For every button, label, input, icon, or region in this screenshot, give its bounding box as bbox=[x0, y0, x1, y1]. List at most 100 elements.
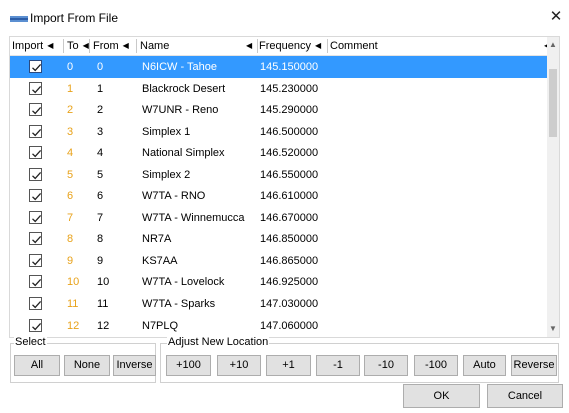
import-checkbox[interactable] bbox=[29, 60, 42, 73]
import-checkbox[interactable] bbox=[29, 167, 42, 181]
from-cell: 9 bbox=[97, 254, 104, 267]
cancel-button[interactable]: Cancel bbox=[487, 384, 563, 408]
name-cell: W7TA - Sparks bbox=[142, 298, 216, 311]
scroll-down-icon[interactable]: ▼ bbox=[547, 323, 559, 335]
from-cell: 12 bbox=[97, 319, 110, 332]
to-cell: 3 bbox=[67, 125, 74, 138]
to-cell: 2 bbox=[67, 104, 74, 117]
from-cell: 2 bbox=[97, 104, 104, 117]
checkmark-icon bbox=[32, 214, 42, 223]
adjust-minus100-button[interactable]: -100 bbox=[414, 355, 458, 376]
frequency-cell: 146.520000 bbox=[260, 147, 319, 160]
import-checkbox[interactable] bbox=[29, 232, 42, 246]
column-divider[interactable] bbox=[63, 39, 64, 53]
adjust-auto-button[interactable]: Auto bbox=[463, 355, 506, 376]
from-cell: 10 bbox=[97, 276, 110, 289]
column-divider[interactable] bbox=[136, 39, 137, 53]
sort-arrow-icon: ◀ bbox=[82, 41, 89, 50]
to-cell: 10 bbox=[67, 276, 80, 289]
table-row[interactable]: 11 11 W7TA - Sparks 147.030000 bbox=[10, 293, 559, 315]
table-row[interactable]: 12 12 N7PLQ 147.060000 bbox=[10, 315, 559, 337]
window-title: Import From File bbox=[30, 11, 119, 25]
checkmark-icon bbox=[32, 279, 42, 287]
adjust-plus10-button[interactable]: +10 bbox=[217, 355, 261, 376]
ok-button[interactable]: OK bbox=[403, 384, 480, 408]
channel-grid[interactable]: Import ◀ To ◀ From ◀ Name ◀ Frequency ◀ Comm… bbox=[9, 36, 560, 338]
column-divider[interactable] bbox=[89, 39, 90, 53]
table-row[interactable]: 0 0 N6ICW - Tahoe 145.150000 bbox=[10, 56, 559, 78]
import-checkbox[interactable] bbox=[29, 103, 42, 117]
sort-arrow-icon: ◀ bbox=[47, 41, 54, 50]
name-cell: W7TA - RNO bbox=[142, 190, 206, 203]
import-checkbox[interactable] bbox=[29, 81, 42, 95]
checkmark-icon bbox=[32, 128, 42, 136]
checkmark-icon bbox=[32, 300, 42, 309]
import-checkbox[interactable] bbox=[29, 297, 42, 311]
name-cell: Blackrock Desert bbox=[142, 82, 226, 95]
adjust-plus1-button[interactable]: +1 bbox=[266, 355, 311, 376]
name-cell: KS7AA bbox=[142, 254, 178, 267]
col-header-name[interactable]: Name bbox=[140, 40, 169, 54]
title-bar: Import From File ✕ bbox=[0, 0, 569, 36]
adjust-reverse-button[interactable]: Reverse bbox=[511, 355, 557, 376]
select-none-button[interactable]: None bbox=[64, 355, 110, 376]
from-cell: 5 bbox=[97, 168, 104, 181]
to-cell: 7 bbox=[67, 211, 74, 224]
frequency-cell: 146.610000 bbox=[260, 190, 319, 203]
table-row[interactable]: 3 3 Simplex 1 146.500000 bbox=[10, 121, 559, 143]
checkmark-icon bbox=[32, 107, 42, 115]
adjust-minus10-button[interactable]: -10 bbox=[364, 355, 408, 376]
app-icon bbox=[10, 16, 28, 22]
sort-arrow-icon: ◀ bbox=[246, 41, 253, 50]
scroll-up-icon[interactable]: ▲ bbox=[547, 39, 559, 51]
import-checkbox[interactable] bbox=[29, 124, 42, 138]
col-header-frequency[interactable]: Frequency ◀ bbox=[259, 40, 321, 54]
frequency-cell: 146.865000 bbox=[260, 254, 319, 267]
name-cell: W7TA - Lovelock bbox=[142, 276, 225, 289]
table-row[interactable]: 10 10 W7TA - Lovelock 146.925000 bbox=[10, 271, 559, 293]
close-button[interactable]: ✕ bbox=[548, 9, 564, 25]
to-cell: 4 bbox=[67, 147, 74, 160]
column-divider[interactable] bbox=[327, 39, 328, 53]
column-divider[interactable] bbox=[257, 39, 258, 53]
from-cell: 4 bbox=[97, 147, 104, 160]
col-header-to[interactable]: To ◀ bbox=[67, 40, 89, 54]
table-row[interactable]: 5 5 Simplex 2 146.550000 bbox=[10, 164, 559, 186]
import-checkbox[interactable] bbox=[29, 146, 42, 160]
table-row[interactable]: 2 2 W7UNR - Reno 145.290000 bbox=[10, 99, 559, 121]
frequency-cell: 145.290000 bbox=[260, 104, 319, 117]
scrollbar-thumb[interactable] bbox=[549, 69, 557, 137]
frequency-cell: 146.670000 bbox=[260, 211, 319, 224]
checkmark-icon bbox=[32, 322, 42, 330]
table-row[interactable]: 8 8 NR7A 146.850000 bbox=[10, 228, 559, 250]
table-row[interactable]: 6 6 W7TA - RNO 146.610000 bbox=[10, 185, 559, 207]
import-checkbox[interactable] bbox=[29, 210, 42, 224]
import-checkbox[interactable] bbox=[29, 275, 42, 289]
select-all-button[interactable]: All bbox=[14, 355, 60, 376]
adjust-minus1-button[interactable]: -1 bbox=[316, 355, 360, 376]
from-cell: 8 bbox=[97, 233, 104, 246]
table-row[interactable]: 4 4 National Simplex 146.520000 bbox=[10, 142, 559, 164]
col-header-from[interactable]: From ◀ bbox=[93, 40, 129, 54]
vertical-scrollbar[interactable]: ▲ ▼ bbox=[547, 37, 559, 337]
checkmark-icon bbox=[32, 150, 42, 158]
to-cell: 6 bbox=[67, 190, 74, 203]
name-cell: National Simplex bbox=[142, 147, 225, 160]
table-row[interactable]: 9 9 KS7AA 146.865000 bbox=[10, 250, 559, 272]
to-cell: 1 bbox=[67, 82, 74, 95]
col-header-comment[interactable]: Comment bbox=[330, 40, 378, 54]
table-row[interactable]: 1 1 Blackrock Desert 145.230000 bbox=[10, 78, 559, 100]
adjust-plus100-button[interactable]: +100 bbox=[166, 355, 211, 376]
table-row[interactable]: 7 7 W7TA - Winnemucca 146.670000 bbox=[10, 207, 559, 229]
from-cell: 6 bbox=[97, 190, 104, 203]
checkmark-icon bbox=[32, 85, 42, 93]
to-cell: 0 bbox=[67, 61, 74, 73]
grid-rows: 0 0 N6ICW - Tahoe 145.150000 1 1 Blackrock Des… bbox=[10, 56, 559, 337]
select-inverse-button[interactable]: Inverse bbox=[113, 355, 156, 376]
import-checkbox[interactable] bbox=[29, 253, 42, 267]
import-checkbox[interactable] bbox=[29, 189, 42, 203]
frequency-cell: 146.925000 bbox=[260, 276, 319, 289]
import-checkbox[interactable] bbox=[29, 318, 42, 332]
col-header-import[interactable]: Import ◀ bbox=[12, 40, 53, 54]
frequency-cell: 145.150000 bbox=[260, 61, 319, 73]
